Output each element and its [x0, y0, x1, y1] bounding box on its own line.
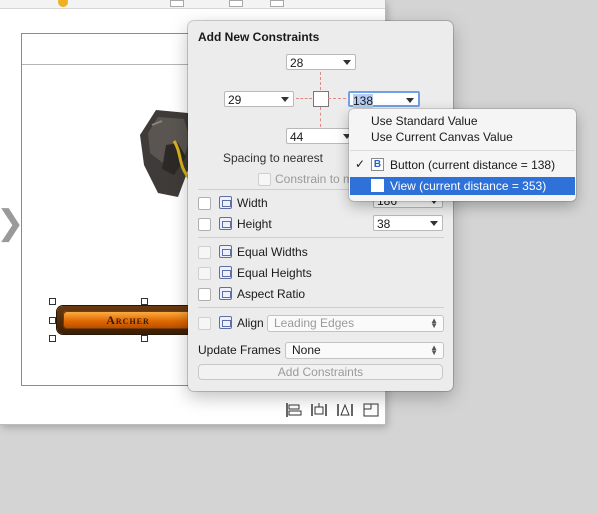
update-frames-label: Update Frames	[198, 343, 281, 357]
updown-chevron-icon: ▲ ▼	[430, 343, 438, 357]
equal-heights-checkbox[interactable]	[198, 267, 211, 280]
align-label: Align	[237, 316, 264, 330]
top-spacing-field[interactable]: 28	[286, 54, 356, 70]
aspect-ratio-icon	[219, 287, 232, 300]
height-icon	[219, 217, 232, 230]
equal-widths-checkbox[interactable]	[198, 246, 211, 259]
toolbar-control[interactable]	[270, 0, 284, 7]
align-icon	[219, 316, 232, 329]
width-checkbox[interactable]	[198, 197, 211, 210]
aspect-ratio-checkbox[interactable]	[198, 288, 211, 301]
update-frames-select[interactable]: None ▲ ▼	[285, 342, 444, 359]
resize-handle[interactable]	[49, 317, 56, 324]
updown-chevron-icon: ▲ ▼	[430, 316, 438, 330]
constrain-to-margins-label: Constrain to m	[275, 172, 354, 186]
left-constraint-guide[interactable]	[296, 98, 312, 99]
top-spacing-value: 28	[290, 56, 304, 70]
menu-use-standard-value[interactable]: Use Standard Value	[371, 114, 478, 128]
resize-handle[interactable]	[141, 298, 148, 305]
width-label: Width	[237, 196, 268, 210]
height-value-field[interactable]: 38	[373, 215, 443, 231]
height-label: Height	[237, 217, 272, 231]
equal-heights-label: Equal Heights	[237, 266, 312, 280]
menu-view-item[interactable]: View (current distance = 353)	[390, 179, 546, 193]
add-constraints-button[interactable]: Add Constraints	[198, 364, 443, 380]
toolbar-control[interactable]	[170, 0, 184, 7]
constrain-to-margins-checkbox[interactable]	[258, 173, 271, 186]
divider	[198, 307, 444, 308]
align-icon[interactable]	[286, 403, 302, 417]
equal-heights-icon	[219, 266, 232, 279]
divider	[198, 237, 444, 238]
bottom-spacing-value: 44	[290, 130, 304, 144]
entry-arrow-icon: ❯	[0, 206, 25, 240]
resizing-behavior-icon[interactable]	[363, 403, 379, 417]
left-spacing-value: 29	[228, 93, 242, 107]
constraint-target-box	[313, 91, 329, 107]
bottom-constraint-guide[interactable]	[320, 107, 321, 127]
toolbar-control[interactable]	[229, 0, 243, 7]
checkmark-icon: ✓	[355, 157, 366, 171]
resize-handle[interactable]	[141, 335, 148, 342]
height-checkbox[interactable]	[198, 218, 211, 231]
right-spacing-value: 138	[353, 94, 374, 108]
chevron-down-icon[interactable]	[281, 97, 289, 102]
width-icon	[219, 196, 232, 209]
spacing-to-nearest-label: Spacing to nearest	[222, 151, 324, 165]
resize-handle[interactable]	[49, 335, 56, 342]
chevron-down-icon[interactable]	[406, 98, 414, 103]
pin-icon[interactable]	[311, 403, 327, 417]
left-spacing-field[interactable]: 29	[224, 91, 294, 107]
menu-use-current-canvas-value[interactable]: Use Current Canvas Value	[371, 130, 513, 144]
menu-button-item[interactable]: Button (current distance = 138)	[390, 158, 555, 172]
align-select-value: Leading Edges	[274, 316, 355, 330]
scene-divider	[22, 64, 216, 65]
archer-button-label: Archer	[106, 313, 150, 327]
view-item-icon	[371, 179, 384, 192]
align-checkbox[interactable]	[198, 317, 211, 330]
resolve-issues-icon[interactable]	[337, 403, 353, 417]
top-constraint-guide[interactable]	[320, 72, 321, 90]
equal-widths-icon	[219, 245, 232, 258]
align-select[interactable]: Leading Edges ▲ ▼	[267, 315, 444, 332]
update-frames-value: None	[292, 343, 321, 357]
height-value: 38	[377, 217, 391, 231]
button-item-icon: B	[371, 158, 384, 171]
equal-widths-label: Equal Widths	[237, 245, 308, 259]
aspect-ratio-label: Aspect Ratio	[237, 287, 306, 301]
chevron-down-icon[interactable]	[343, 60, 351, 65]
resize-handle[interactable]	[49, 298, 56, 305]
right-spacing-field[interactable]: 138	[348, 91, 420, 108]
menu-divider	[350, 150, 575, 151]
popover-title: Add New Constraints	[198, 30, 320, 44]
bottom-spacing-field[interactable]: 44	[286, 128, 356, 144]
chevron-down-icon[interactable]	[430, 221, 438, 226]
right-constraint-guide[interactable]	[328, 98, 346, 99]
